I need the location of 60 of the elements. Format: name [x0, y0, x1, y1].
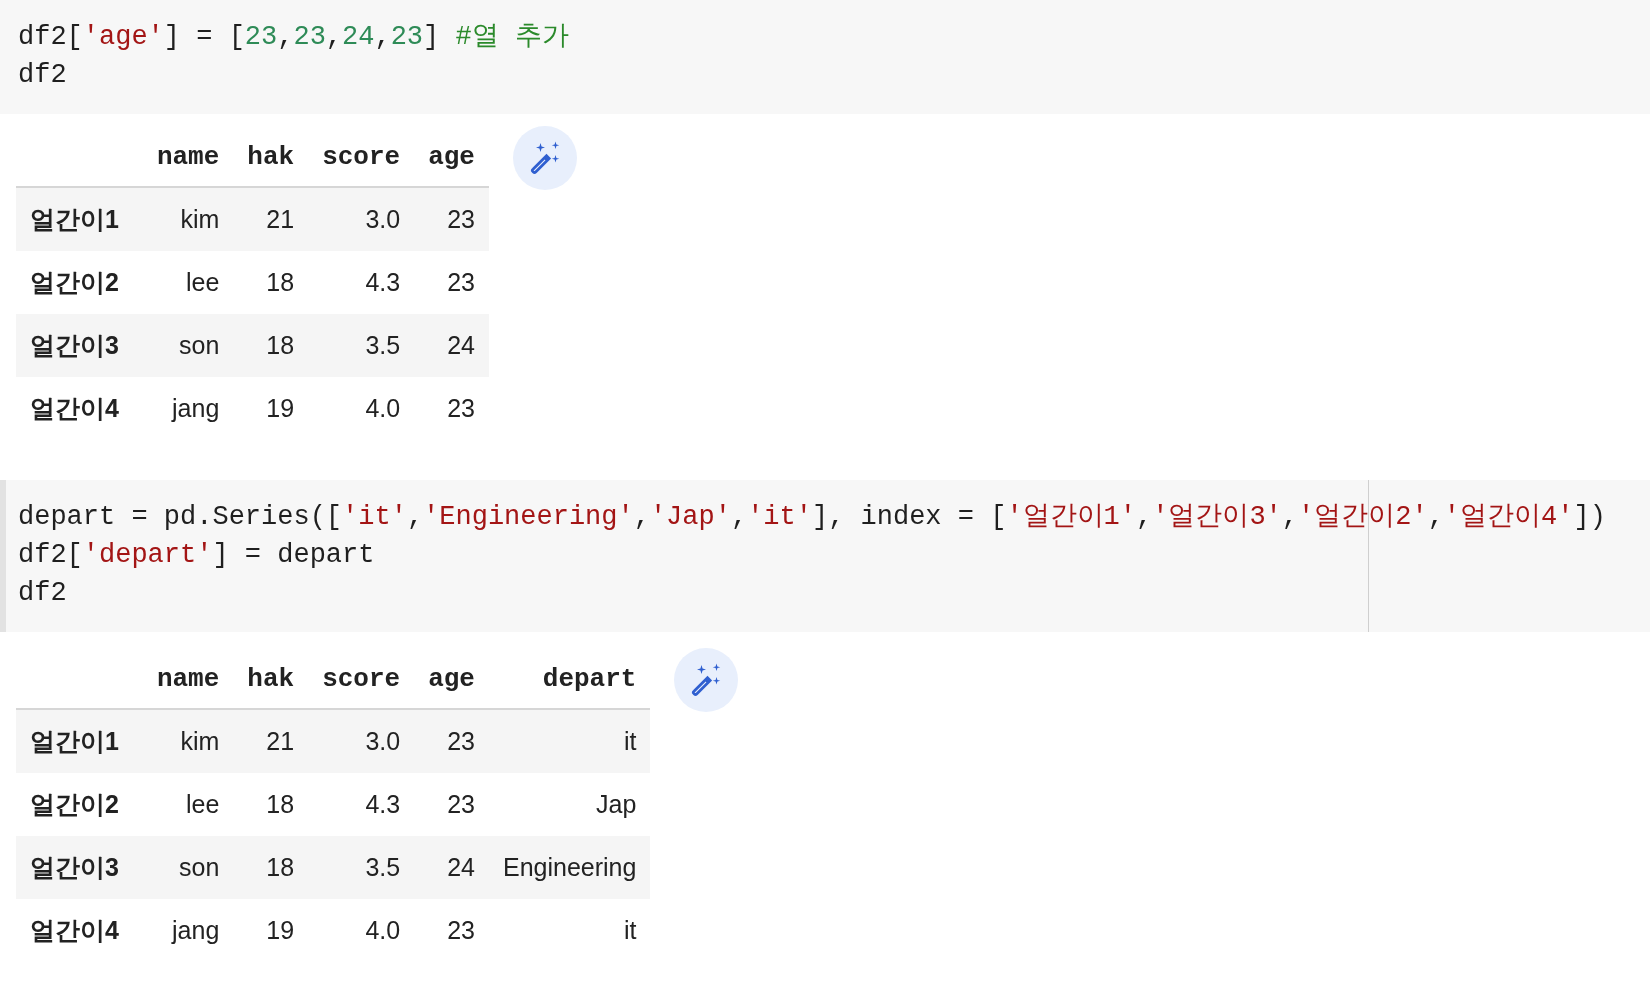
row-index: 얼간이1 [30, 205, 119, 233]
table-cell: 23 [447, 394, 475, 422]
table-cell: lee [185, 268, 220, 296]
column-header: depart [542, 664, 637, 694]
table-cell: 24 [447, 331, 475, 359]
table-cell: 3.0 [365, 727, 401, 755]
column-header: age [428, 664, 475, 694]
table-cell: 21 [266, 205, 295, 233]
code-cell[interactable]: df2['age'] = [23,23,24,23] #열 추가 df2 [0, 0, 1650, 114]
table-cell: kim [180, 205, 220, 233]
row-index: 얼간이2 [30, 790, 119, 818]
table-cell: Jap [596, 790, 637, 818]
table-cell: 23 [447, 727, 475, 755]
table-cell: lee [185, 790, 220, 818]
table-cell: kim [180, 727, 220, 755]
column-header: name [156, 664, 220, 694]
table-cell: 4.3 [365, 268, 401, 296]
table-cell: 18 [266, 790, 295, 818]
table-cell: son [179, 331, 220, 359]
code-line: df2 [18, 59, 67, 92]
code-line: df2['depart'] = depart [18, 539, 375, 572]
row-index: 얼간이4 [30, 916, 119, 944]
table-cell: jang [172, 394, 220, 422]
row-index: 얼간이2 [30, 268, 119, 296]
table-cell: 18 [266, 331, 295, 359]
table-cell: 18 [266, 853, 295, 881]
table-cell: it [623, 727, 637, 755]
column-header: hak [247, 664, 295, 694]
table-cell: 23 [447, 268, 475, 296]
table-cell: Engineering [502, 853, 637, 881]
table-cell: 18 [266, 268, 295, 296]
table-cell: 4.3 [365, 790, 401, 818]
table-cell: 3.5 [365, 331, 401, 359]
column-header: score [322, 142, 401, 172]
table-cell: 4.0 [365, 394, 401, 422]
table-cell: 23 [447, 790, 475, 818]
code-line: df2['age'] = [23,23,24,23] #열 추가 [18, 21, 569, 54]
table-cell: 19 [266, 916, 295, 944]
row-index: 얼간이3 [30, 853, 119, 881]
table-cell: 4.0 [365, 916, 401, 944]
table-cell: jang [172, 916, 220, 944]
table-cell: 24 [447, 853, 475, 881]
table-cell: son [179, 853, 220, 881]
table-cell: 23 [447, 205, 475, 233]
code-cell[interactable]: depart = pd.Series(['it','Engineering','Jap','it'], index = ['얼간이1','얼간이3','얼간이2','얼간이4']) df2['depart'] = depart df2 [0, 480, 1650, 632]
code-line: df2 [18, 577, 67, 610]
column-header: name [156, 142, 220, 172]
table-cell: 23 [447, 916, 475, 944]
row-index: 얼간이4 [30, 394, 119, 422]
row-index: 얼간이3 [30, 331, 119, 359]
table-cell: it [623, 916, 637, 944]
table-cell: 19 [266, 394, 295, 422]
row-index: 얼간이1 [30, 727, 119, 755]
column-header: age [428, 142, 475, 172]
code-line: depart = pd.Series(['it','Engineering','Jap','it'], index = ['얼간이1','얼간이3','얼간이2','얼간이4']) [18, 501, 1606, 534]
column-header: score [322, 664, 401, 694]
table-cell: 21 [266, 727, 295, 755]
table-cell: 3.5 [365, 853, 401, 881]
column-header: hak [247, 142, 295, 172]
table-cell: 3.0 [365, 205, 401, 233]
